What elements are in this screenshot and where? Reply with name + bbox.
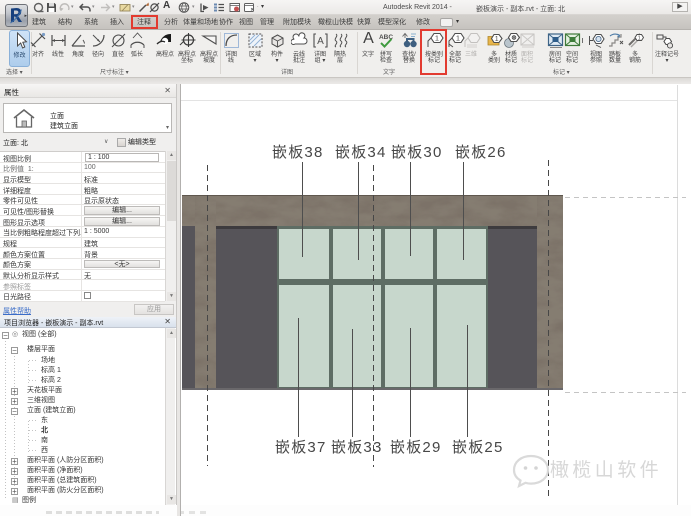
svg-text:A: A: [317, 36, 324, 47]
svg-text:1: 1: [638, 35, 641, 41]
svg-text:1: 1: [456, 34, 460, 43]
svg-text:1: 1: [495, 36, 499, 43]
